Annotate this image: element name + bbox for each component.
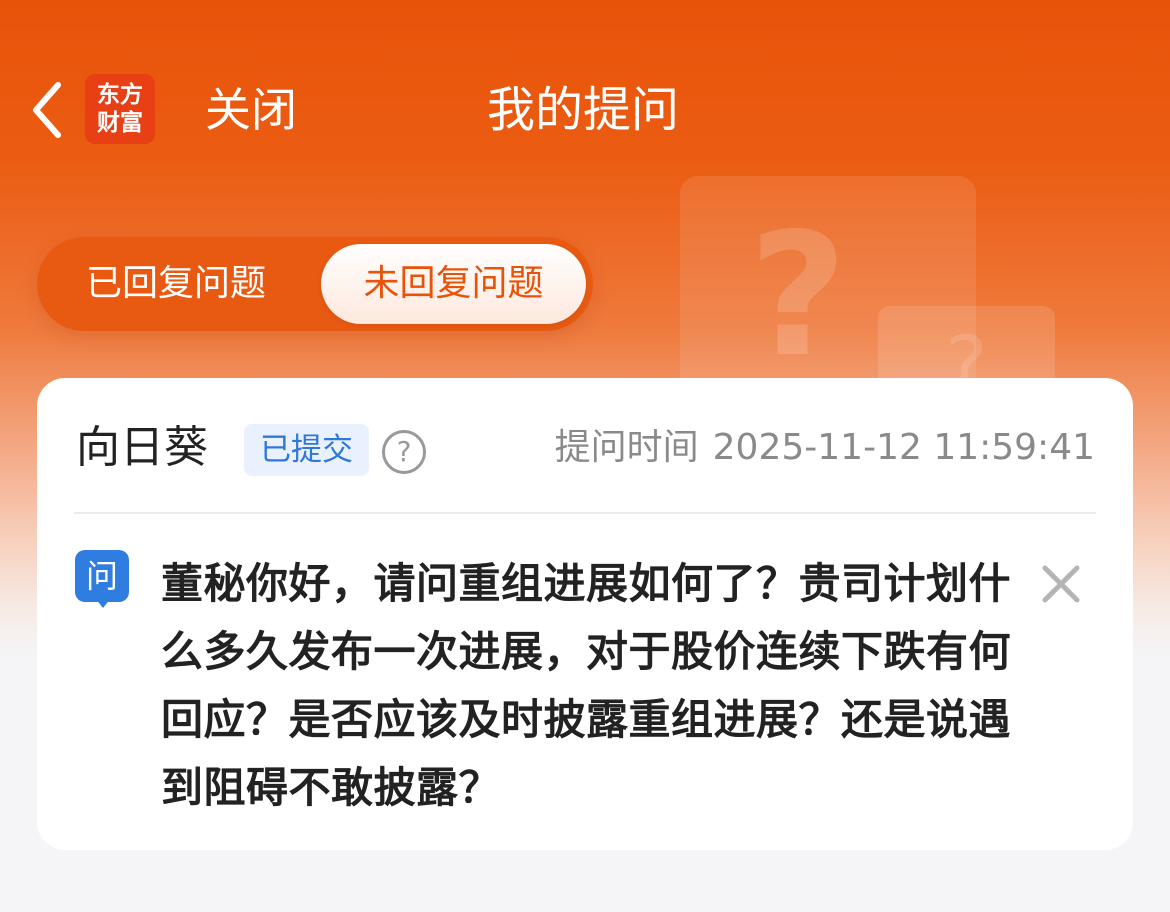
tab-answered[interactable]: 已回复问题 (51, 244, 301, 324)
username: 向日葵 (76, 422, 208, 473)
help-circle-icon[interactable]: ? (382, 430, 426, 474)
divider (74, 512, 1096, 514)
time-label: 提问时间 (554, 427, 699, 468)
close-icon[interactable] (1037, 560, 1085, 608)
tab-unanswered[interactable]: 未回复问题 (321, 244, 586, 324)
page-title: 我的提问 (486, 82, 679, 138)
status-badge: 已提交 (244, 424, 369, 476)
question-tabs: 已回复问题 未回复问题 (37, 237, 593, 331)
question-badge-icon: 问 (75, 550, 129, 608)
question-card: 向日葵 已提交 ? 提问时间 2025-11-12 11:59:41 问 董秘你好… (37, 378, 1133, 850)
top-bar: 东方 财富 关闭 我的提问 (0, 60, 1170, 160)
question-text: 董秘你好，请问重组进展如何了？贵司计划什么多久发布一次进展，对于股价连续下跌有何… (161, 559, 1012, 812)
question-time: 提问时间 2025-11-12 11:59:41 (555, 422, 1095, 474)
time-value: 2025-11-12 11:59:41 (712, 427, 1095, 468)
